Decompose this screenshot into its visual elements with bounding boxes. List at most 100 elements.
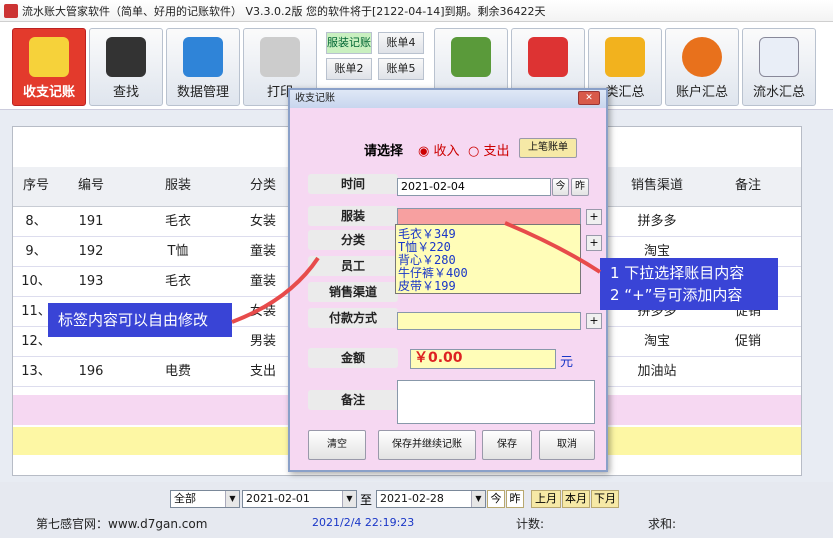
table-cell: 10、 xyxy=(21,274,51,289)
search-button[interactable]: 查找 xyxy=(89,28,163,106)
memo-label: 备注 xyxy=(308,390,398,410)
spreadsheet-icon xyxy=(759,37,799,77)
prev-month-button[interactable]: 上月 xyxy=(531,490,561,508)
button-label: 查找 xyxy=(112,85,139,100)
tab-ledger-5[interactable]: 账单5 xyxy=(378,58,424,80)
close-icon[interactable]: ✕ xyxy=(578,91,600,105)
date-input[interactable]: 2021-02-04 xyxy=(397,178,551,196)
to-value: 2021-02-28 xyxy=(380,492,444,505)
usb-drive-icon xyxy=(183,37,223,77)
flow-summary-button[interactable]: 流水汇总 xyxy=(742,28,816,106)
dialog-titlebar: 收支记账 ✕ xyxy=(290,90,606,108)
table-cell: 淘宝 xyxy=(643,334,670,349)
memo-textarea[interactable] xyxy=(397,380,595,424)
sum-label: 求和: xyxy=(648,517,677,531)
printer-icon xyxy=(260,37,300,77)
table-cell: 毛衣 xyxy=(164,274,191,289)
person-icon xyxy=(528,37,568,77)
from-value: 2021-02-01 xyxy=(246,492,310,505)
annotation-line: 2 “+”号可添加内容 xyxy=(610,286,743,304)
this-month-button[interactable]: 本月 xyxy=(562,490,590,508)
filter-select[interactable]: 全部 ▼ xyxy=(170,490,240,508)
data-management-button[interactable]: 数据管理 xyxy=(166,28,240,106)
next-month-button[interactable]: 下月 xyxy=(591,490,619,508)
add-category-button[interactable]: + xyxy=(586,235,602,251)
expense-radio[interactable]: ○ 支出 xyxy=(468,140,510,159)
from-date-input[interactable]: 2021-02-01 ▼ xyxy=(242,490,357,508)
expense-label: 支出 xyxy=(483,144,510,159)
add-clothing-button[interactable]: + xyxy=(586,209,602,225)
clear-button[interactable]: 清空 xyxy=(308,430,366,460)
annotation-left: 标签内容可以自由修改 xyxy=(48,303,232,337)
chevron-down-icon: ▼ xyxy=(342,491,356,507)
yesterday-button[interactable]: 昨 xyxy=(571,178,589,196)
site-url: 第七感官网：www.d7gan.com xyxy=(36,517,208,531)
tab-clothing-ledger[interactable]: 服装记账 xyxy=(326,32,372,54)
table-cell: 女装 xyxy=(249,304,276,319)
payment-select[interactable] xyxy=(397,312,581,330)
save-continue-button[interactable]: 保存并继续记账 xyxy=(378,430,476,460)
to-label: 至 xyxy=(360,493,373,507)
today-button[interactable]: 今 xyxy=(552,178,569,196)
category-label: 分类 xyxy=(308,230,398,250)
dropdown-option[interactable]: 皮带￥199 xyxy=(398,280,578,293)
col-header: 分类 xyxy=(249,178,276,193)
table-cell: 191 xyxy=(78,214,104,229)
col-header: 序号 xyxy=(22,178,49,193)
count-label: 计数: xyxy=(516,517,545,531)
table-cell: 193 xyxy=(78,274,104,289)
table-cell: 192 xyxy=(78,244,104,259)
table-cell: 加油站 xyxy=(637,364,677,379)
yesterday-button[interactable]: 昨 xyxy=(506,490,524,508)
tab-ledger-4[interactable]: 账单4 xyxy=(378,32,424,54)
channel-label: 销售渠道 xyxy=(308,282,398,302)
app-icon xyxy=(4,3,18,18)
shopify-bag-icon xyxy=(451,37,491,77)
window-title: 流水账大管家软件（简单、好用的记账软件） V3.3.0.2版 您的软件将于[21… xyxy=(22,4,546,18)
table-cell: 电费 xyxy=(164,364,191,379)
col-header: 销售渠道 xyxy=(630,178,683,193)
filter-value: 全部 xyxy=(174,492,196,505)
datetime: 2021/2/4 22:19:23 xyxy=(312,516,415,529)
staff-label: 员工 xyxy=(308,256,398,276)
cancel-button[interactable]: 取消 xyxy=(539,430,595,460)
save-button[interactable]: 保存 xyxy=(482,430,532,460)
account-summary-button[interactable]: 账户汇总 xyxy=(665,28,739,106)
table-cell: 促销 xyxy=(734,334,761,349)
table-cell: 拼多多 xyxy=(637,214,677,229)
button-label: 收支记账 xyxy=(22,85,75,100)
annotation-line: 1 下拉选择账目内容 xyxy=(610,264,745,282)
table-cell: 9、 xyxy=(25,244,47,259)
clothing-dropdown-list[interactable]: 毛衣￥349 T恤￥220 背心￥280 牛仔裤￥400 皮带￥199 xyxy=(395,224,581,294)
income-radio[interactable]: ◉ 收入 xyxy=(418,140,460,159)
table-cell: 13、 xyxy=(21,364,51,379)
dollar-icon xyxy=(682,37,722,77)
button-label: 流水汇总 xyxy=(752,85,805,100)
col-header: 编号 xyxy=(77,178,104,193)
chevron-down-icon: ▼ xyxy=(225,491,239,507)
table-cell: 童装 xyxy=(249,274,276,289)
table-cell: 男装 xyxy=(249,334,276,349)
footer-bar: 全部 ▼ 2021-02-01 ▼ 至 2021-02-28 ▼ 今 昨 上月 本月 … xyxy=(0,482,833,538)
binoculars-icon xyxy=(106,37,146,77)
chevron-down-icon: ▼ xyxy=(471,491,485,507)
clothing-label: 服装 xyxy=(308,206,398,226)
notepad-icon xyxy=(29,37,69,77)
add-payment-button[interactable]: + xyxy=(586,313,602,329)
button-label: 数据管理 xyxy=(176,85,229,100)
income-expense-button[interactable]: 收支记账 xyxy=(12,28,86,106)
table-cell: 童装 xyxy=(249,244,276,259)
col-header: 备注 xyxy=(734,178,761,193)
title-bar: 流水账大管家软件（简单、好用的记账软件） V3.3.0.2版 您的软件将于[21… xyxy=(0,0,833,22)
button-label: 账户汇总 xyxy=(675,85,728,100)
amount-input[interactable]: ￥0.00 xyxy=(410,349,556,369)
today-button[interactable]: 今 xyxy=(487,490,505,508)
dialog-title: 收支记账 xyxy=(295,93,335,104)
tab-ledger-2[interactable]: 账单2 xyxy=(326,58,372,80)
unit-label: 元 xyxy=(560,355,574,370)
table-cell: 毛衣 xyxy=(164,214,191,229)
to-date-input[interactable]: 2021-02-28 ▼ xyxy=(376,490,486,508)
amount-label: 金额 xyxy=(308,348,398,368)
prev-record-button[interactable]: 上笔账单 xyxy=(519,138,577,158)
table-cell: 8、 xyxy=(25,214,47,229)
